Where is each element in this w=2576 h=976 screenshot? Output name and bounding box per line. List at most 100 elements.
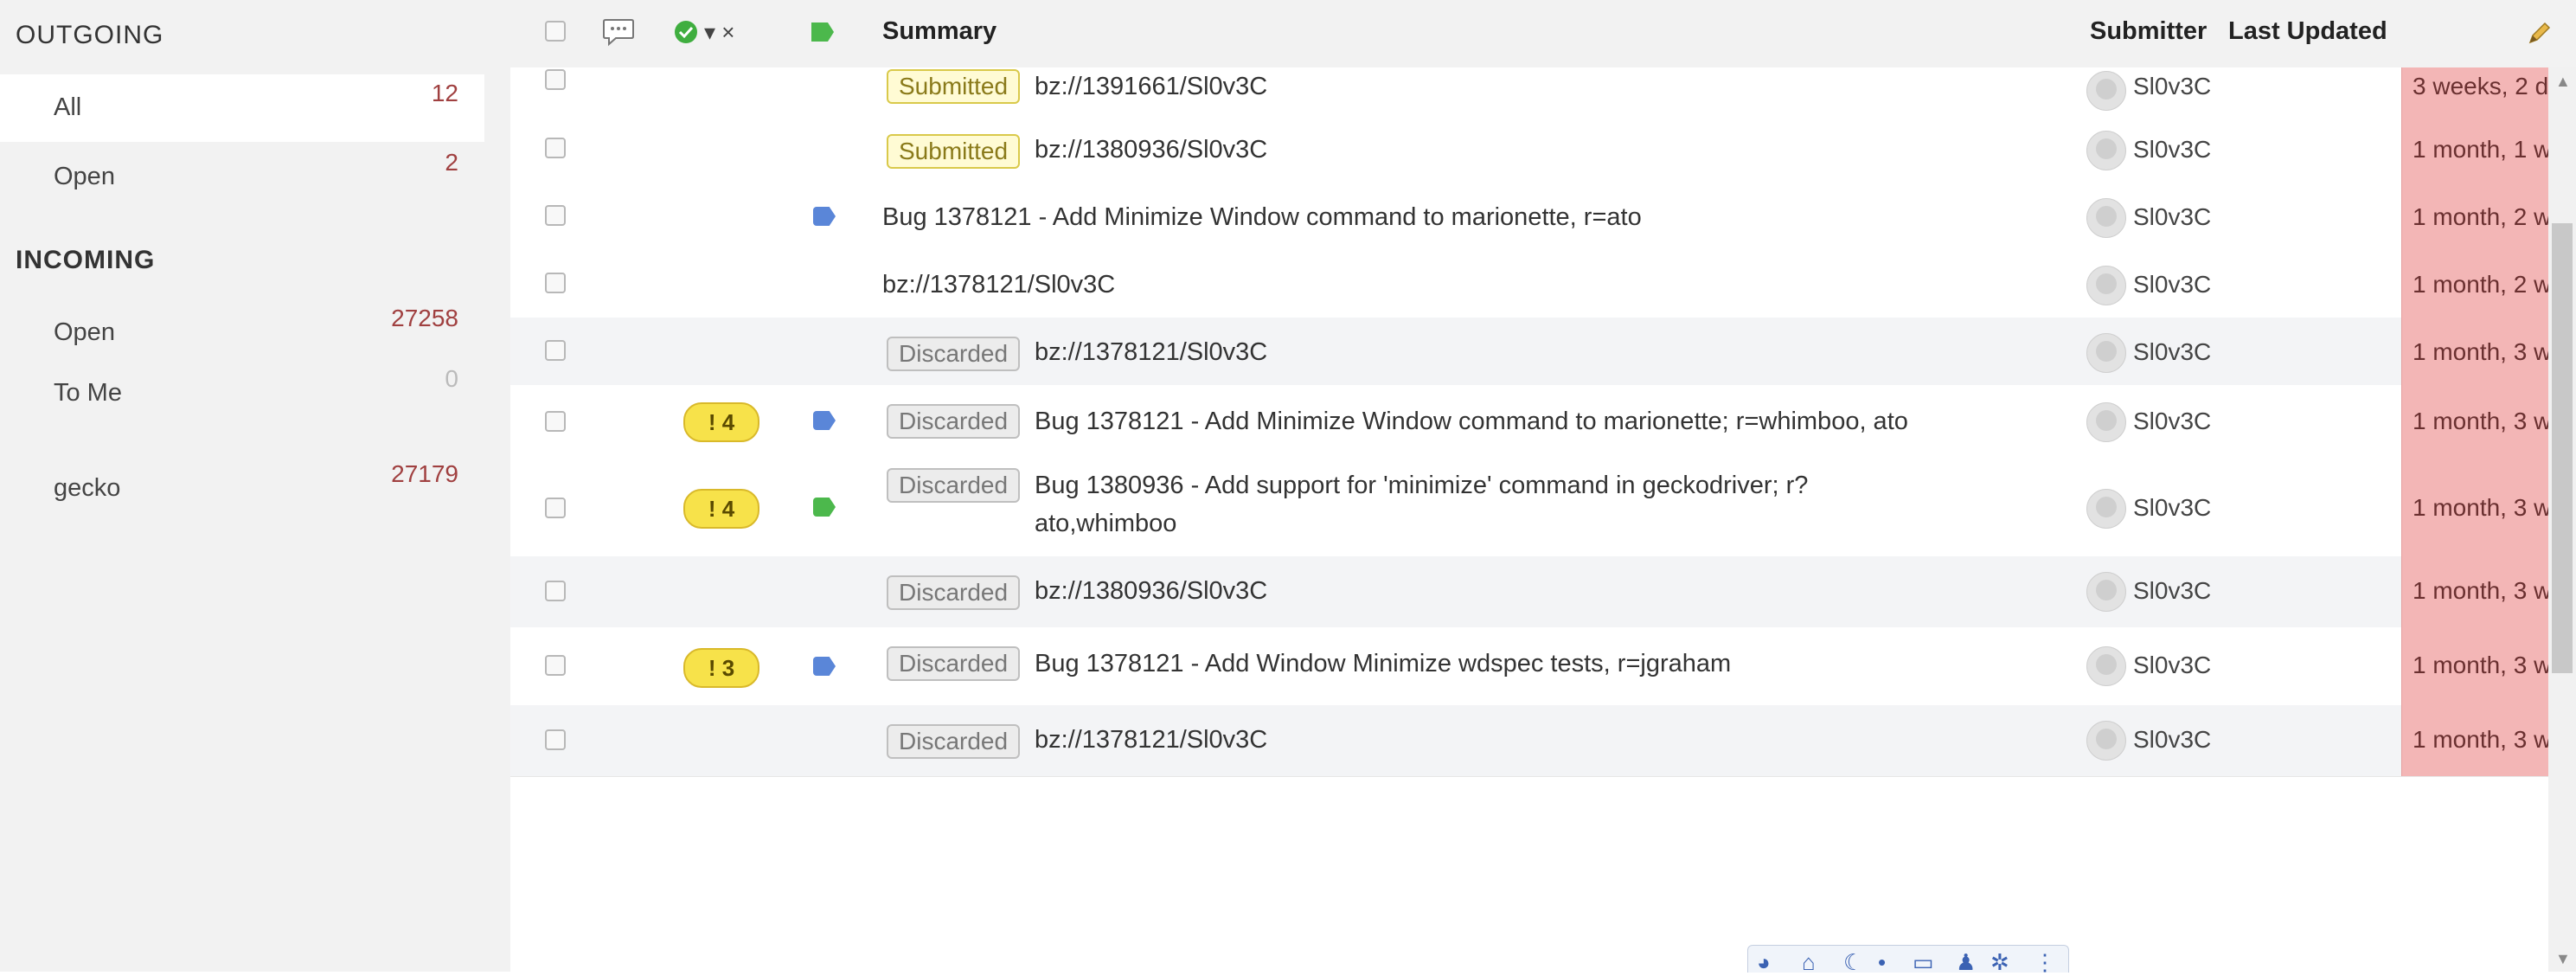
approved-check-icon[interactable] [673, 19, 699, 45]
sidebar-item-incoming-open[interactable]: Open 27258 [0, 299, 484, 367]
submitter-name[interactable]: Sl0v3C [2133, 652, 2211, 679]
last-updated-cell: 1 month, 2 weeks ago [2401, 250, 2576, 318]
sidebar-item-label: To Me [54, 379, 122, 407]
open-issues-pill[interactable]: ! 3 [683, 648, 759, 688]
avatar [2086, 266, 2126, 305]
edit-pencil-icon[interactable] [2526, 21, 2552, 47]
status-badge: Discarded [887, 404, 1021, 439]
vertical-scrollbar[interactable]: ▲ ▼ [2548, 67, 2576, 972]
review-summary-link[interactable]: Bug 1378121 - Add Window Minimize wdspec… [1035, 645, 1731, 683]
table-row[interactable]: bz://1378121/Sl0v3C Sl0v3C 1 month, 2 we… [510, 250, 2576, 318]
table-row[interactable]: Bug 1378121 - Add Minimize Window comman… [510, 183, 2576, 251]
row-checkbox[interactable] [545, 411, 566, 432]
avatar [2086, 131, 2126, 170]
incoming-section-title: INCOMING [16, 246, 156, 274]
table-row[interactable]: Discarded bz://1378121/Sl0v3C Sl0v3C 1 m… [510, 705, 2576, 777]
row-checkbox[interactable] [545, 581, 566, 601]
language-icon[interactable]: ⌂ [1802, 949, 1816, 976]
moon-icon[interactable]: ☾ [1843, 949, 1863, 976]
sidebar-item-count: 12 [431, 80, 458, 106]
table-row[interactable]: Discarded bz://1378121/Sl0v3C Sl0v3C 1 m… [510, 318, 2576, 386]
review-tag-icon [813, 657, 836, 676]
sidebar-item-count: 27258 [391, 305, 458, 331]
avatar [2086, 646, 2126, 686]
status-tag-icon[interactable] [810, 21, 836, 43]
table-row[interactable]: Submitted bz://1391661/Sl0v3C Sl0v3C 3 w… [510, 67, 2576, 116]
review-summary-link[interactable]: Bug 1378121 - Add Minimize Window comman… [1035, 402, 1908, 440]
sidebar-item-outgoing-open[interactable]: Open 2 [0, 144, 484, 211]
comment-icon[interactable] [602, 17, 635, 47]
table-row[interactable]: ! 4 Discarded Bug 1378121 - Add Minimize… [510, 385, 2576, 459]
last-updated-cell: 1 month, 3 weeks ago [2401, 385, 2576, 458]
last-updated-cell: 1 month, 2 weeks ago [2401, 183, 2576, 250]
review-tag-icon [813, 498, 836, 517]
row-checkbox[interactable] [545, 273, 566, 293]
table-row[interactable]: ! 3 Discarded Bug 1378121 - Add Window M… [510, 627, 2576, 706]
column-summary[interactable]: Summary [882, 17, 996, 46]
scrollbar-thumb[interactable] [2552, 223, 2573, 673]
review-summary-link[interactable]: bz://1378121/Sl0v3C [882, 266, 1115, 304]
table-row[interactable]: Discarded bz://1380936/Sl0v3C Sl0v3C 1 m… [510, 556, 2576, 628]
open-issues-pill[interactable]: ! 4 [683, 489, 759, 529]
table-row[interactable]: ! 4 Discarded Bug 1380936 - Add support … [510, 458, 2576, 557]
dot-icon[interactable]: • [1878, 949, 1886, 976]
review-summary-link[interactable]: bz://1378121/Sl0v3C [1035, 721, 1267, 759]
submitter-name[interactable]: Sl0v3C [2133, 136, 2211, 164]
review-summary-link[interactable]: bz://1380936/Sl0v3C [1035, 572, 1267, 610]
submitter-name[interactable]: Sl0v3C [2133, 408, 2211, 435]
review-summary-link[interactable]: bz://1380936/Sl0v3C [1035, 131, 1267, 169]
user-icon[interactable]: ♟ [1956, 949, 1976, 976]
scroll-down-arrow-icon[interactable]: ▼ [2555, 950, 2571, 968]
globe-icon[interactable]: ◕ [1757, 949, 1771, 976]
select-all-checkbox[interactable] [545, 21, 566, 42]
status-badge: Discarded [887, 337, 1021, 371]
scroll-up-arrow-icon[interactable]: ▲ [2555, 73, 2571, 91]
review-tag-icon [813, 207, 836, 226]
sidebar-item-outgoing-all[interactable]: All 12 [0, 74, 484, 142]
column-submitter[interactable]: Submitter [2090, 17, 2207, 46]
review-summary-link[interactable]: Bug 1378121 - Add Minimize Window comman… [882, 198, 1642, 236]
avatar [2086, 489, 2126, 529]
last-updated-cell: 1 month, 3 weeks ago [2401, 556, 2576, 627]
floating-toolbar[interactable]: ◕ ⌂ ☾ • ▭ ♟ ✲ ⋮ [1747, 945, 2069, 976]
submitter-name[interactable]: Sl0v3C [2133, 577, 2211, 605]
column-last-updated[interactable]: Last Updated [2228, 17, 2387, 46]
table-header: ▾ × Summary Submitter Last Updated [510, 0, 2576, 67]
submitter-name[interactable]: Sl0v3C [2133, 271, 2211, 299]
row-checkbox[interactable] [545, 655, 566, 676]
row-checkbox[interactable] [545, 340, 566, 361]
row-checkbox[interactable] [545, 729, 566, 750]
status-badge: Submitted [887, 134, 1021, 169]
avatar [2086, 198, 2126, 238]
sidebar-item-label: Open [54, 163, 115, 190]
more-icon[interactable]: ⋮ [2034, 949, 2056, 976]
last-updated-cell: 1 month, 3 weeks ago [2401, 705, 2576, 776]
review-summary-link[interactable]: Bug 1380936 - Add support for 'minimize'… [1035, 466, 1934, 543]
table-row[interactable]: Submitted bz://1380936/Sl0v3C Sl0v3C 1 m… [510, 115, 2576, 183]
avatar [2086, 572, 2126, 612]
row-checkbox[interactable] [545, 205, 566, 226]
submitter-name[interactable]: Sl0v3C [2133, 494, 2211, 522]
review-summary-link[interactable]: bz://1391661/Sl0v3C [1035, 67, 1267, 106]
submitter-name[interactable]: Sl0v3C [2133, 726, 2211, 754]
avatar [2086, 402, 2126, 442]
keyboard-icon[interactable]: ▭ [1913, 949, 1934, 976]
review-summary-link[interactable]: bz://1378121/Sl0v3C [1035, 333, 1267, 371]
last-updated-cell: 1 month, 3 weeks ago [2401, 627, 2576, 705]
status-filter-icons[interactable]: ▾ × [704, 19, 734, 46]
submitter-name[interactable]: Sl0v3C [2133, 203, 2211, 231]
sidebar-item-incoming-to-me[interactable]: To Me 0 [0, 360, 484, 427]
open-issues-pill[interactable]: ! 4 [683, 402, 759, 442]
submitter-name[interactable]: Sl0v3C [2133, 338, 2211, 366]
row-checkbox[interactable] [545, 69, 566, 90]
sidebar-item-incoming-gecko[interactable]: gecko 27179 [0, 455, 484, 523]
last-updated-cell: 3 weeks, 2 days ago [2401, 67, 2576, 115]
row-checkbox[interactable] [545, 498, 566, 518]
submitter-name[interactable]: Sl0v3C [2133, 73, 2211, 100]
last-updated-cell: 1 month, 3 weeks ago [2401, 318, 2576, 385]
last-updated-cell: 1 month, 3 weeks ago [2401, 458, 2576, 556]
gear-icon[interactable]: ✲ [1990, 949, 2009, 976]
row-checkbox[interactable] [545, 138, 566, 158]
sidebar: OUTGOING All 12 Open 2 INCOMING Open 272… [0, 0, 510, 972]
status-badge: Discarded [887, 724, 1021, 759]
